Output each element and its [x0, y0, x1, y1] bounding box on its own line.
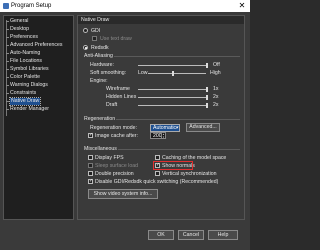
hidden-lines-value: 2x: [213, 94, 219, 100]
vertical-sync-label: Vertical synchronization: [162, 170, 217, 177]
advanced-button[interactable]: Advanced...: [186, 123, 220, 132]
soft-smoothing-low: Low: [138, 70, 148, 76]
nav-item-desktop[interactable]: Desktop: [6, 26, 29, 33]
hardware-slider-track: [138, 65, 208, 66]
use-text-draw-checkbox[interactable]: [92, 36, 97, 41]
image-cache-label: Image cache after:: [95, 132, 138, 139]
show-video-system-info-button[interactable]: Show video system info...: [88, 189, 158, 199]
chevron-down-icon: ▾: [175, 124, 178, 131]
redsdk-label: Redsdk: [91, 44, 109, 51]
title-bar: Program Setup ✕: [0, 0, 250, 12]
nav-item-native-draw[interactable]: Native Draw: [6, 97, 42, 106]
nav-item-render-manager[interactable]: Render Manager: [6, 106, 49, 113]
spin-arrows-icon[interactable]: ▴ ▾: [161, 133, 165, 139]
use-text-draw-label: Use text draw: [100, 35, 132, 42]
soft-smoothing-label: Soft smoothing:: [90, 70, 127, 76]
image-cache-checkbox[interactable]: [88, 132, 93, 138]
wireframe-slider-thumb[interactable]: [206, 86, 208, 92]
panel-header: Native Draw: [78, 16, 244, 24]
regeneration-divider: [116, 119, 240, 120]
hidden-lines-label: Hidden Lines: [106, 94, 137, 100]
nav-item-general[interactable]: General: [6, 18, 28, 25]
caching-model-space-checkbox[interactable]: [155, 155, 160, 160]
nav-item-constraints[interactable]: Constraints: [6, 90, 36, 97]
nav-item-symbol-libraries[interactable]: Symbol Libraries: [6, 66, 49, 73]
draft-label: Draft: [106, 102, 118, 108]
soft-smoothing-slider-track: [148, 73, 206, 74]
wireframe-value: 1x: [213, 86, 219, 92]
sleep-surface-load-checkbox[interactable]: [88, 163, 93, 168]
show-normals-highlight: [153, 161, 193, 170]
nav-item-file-locations[interactable]: File Locations: [6, 58, 42, 65]
nav-item-color-palette[interactable]: Color Palette: [6, 74, 40, 81]
image-cache-input[interactable]: 200 ▴ ▾: [150, 132, 166, 139]
nav-item-warning-dialogs[interactable]: Warning Dialogs: [6, 82, 48, 89]
double-precision-label: Double precision: [95, 170, 134, 177]
gdi-radio[interactable]: [83, 28, 88, 33]
miscellaneous-group-label: Miscellaneous: [84, 146, 117, 152]
hidden-lines-slider-thumb[interactable]: [206, 94, 208, 100]
anti-aliasing-divider: [114, 56, 240, 57]
sleep-surface-load-label: Sleep surface load: [95, 162, 138, 169]
regeneration-mode-value: Automatic: [153, 124, 177, 131]
cancel-button[interactable]: Cancel: [178, 230, 204, 240]
wireframe-slider-track: [138, 89, 208, 90]
help-button[interactable]: Help: [208, 230, 238, 240]
regeneration-group-label: Regeneration: [84, 116, 116, 122]
soft-smoothing-slider-thumb[interactable]: [172, 70, 174, 76]
display-fps-label: Display FPS: [95, 154, 124, 161]
close-icon[interactable]: ✕: [237, 1, 247, 11]
nav-item-preferences[interactable]: Preferences: [6, 34, 38, 41]
app-icon: [3, 3, 9, 9]
hardware-label: Hardware:: [90, 62, 114, 68]
gdi-label: GDI: [91, 27, 101, 34]
regeneration-mode-select[interactable]: Automatic ▾: [150, 123, 180, 132]
miscellaneous-divider: [118, 149, 240, 150]
panel-title: Native Draw: [81, 17, 110, 23]
native-draw-panel: Native Draw GDI Use text draw Redsdk Ant…: [77, 15, 245, 220]
anti-aliasing-group-label: Anti-Aliasing: [84, 53, 113, 59]
wireframe-label: Wireframe: [106, 86, 130, 92]
quick-switching-label: Disable GDI/Redsdk quick switching (Reco…: [95, 178, 219, 185]
program-setup-window: Program Setup ✕ General Desktop Preferen…: [0, 0, 250, 250]
settings-nav-tree: General Desktop Preferences Advanced Pre…: [3, 15, 74, 220]
soft-smoothing-high: High: [210, 70, 221, 76]
draft-slider-thumb[interactable]: [206, 102, 208, 108]
caching-model-space-label: Caching of the model space: [162, 154, 227, 161]
display-fps-checkbox[interactable]: [88, 155, 93, 160]
double-precision-checkbox[interactable]: [88, 171, 93, 176]
hardware-slider-thumb[interactable]: [206, 62, 208, 68]
regeneration-mode-label: Regeneration mode:: [90, 125, 138, 131]
hidden-lines-slider-track: [138, 97, 208, 98]
vertical-sync-checkbox[interactable]: [155, 171, 160, 176]
nav-item-advanced-preferences[interactable]: Advanced Preferences: [6, 42, 62, 49]
draft-slider-track: [138, 105, 208, 106]
ok-button[interactable]: OK: [148, 230, 174, 240]
nav-item-auto-naming[interactable]: Auto-Naming: [6, 50, 40, 57]
window-title: Program Setup: [11, 2, 52, 9]
engine-label: Engine:: [90, 78, 108, 84]
hardware-value: Off: [213, 62, 220, 68]
draft-value: 2x: [213, 102, 219, 108]
quick-switching-checkbox[interactable]: [88, 178, 93, 184]
redsdk-radio[interactable]: [83, 45, 88, 50]
